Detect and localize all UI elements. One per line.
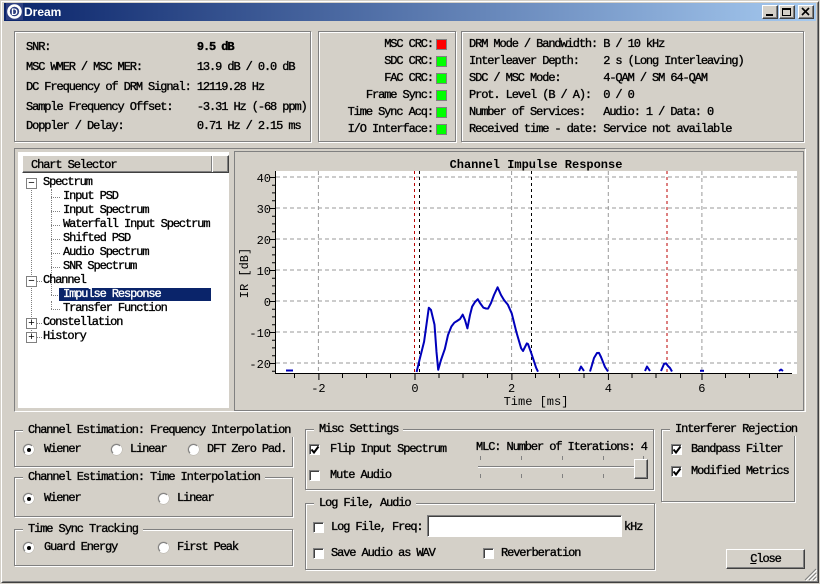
svg-text:30: 30 xyxy=(257,203,271,217)
svg-text:20: 20 xyxy=(257,234,271,248)
svg-text:4: 4 xyxy=(605,382,612,396)
svg-text:0: 0 xyxy=(411,382,418,396)
svg-text:Time [ms]: Time [ms] xyxy=(504,395,569,409)
svg-text:0: 0 xyxy=(264,296,271,310)
svg-text:IR [dB]: IR [dB] xyxy=(238,248,252,298)
svg-text:6: 6 xyxy=(698,382,705,396)
svg-text:40: 40 xyxy=(257,172,271,186)
svg-text:Channel Impulse Response: Channel Impulse Response xyxy=(450,158,623,172)
svg-text:10: 10 xyxy=(257,265,271,279)
svg-text:2: 2 xyxy=(508,382,515,396)
svg-text:-20: -20 xyxy=(249,358,271,372)
svg-text:D: D xyxy=(11,7,18,17)
svg-text:-10: -10 xyxy=(249,327,271,341)
svg-text:-2: -2 xyxy=(311,382,325,396)
